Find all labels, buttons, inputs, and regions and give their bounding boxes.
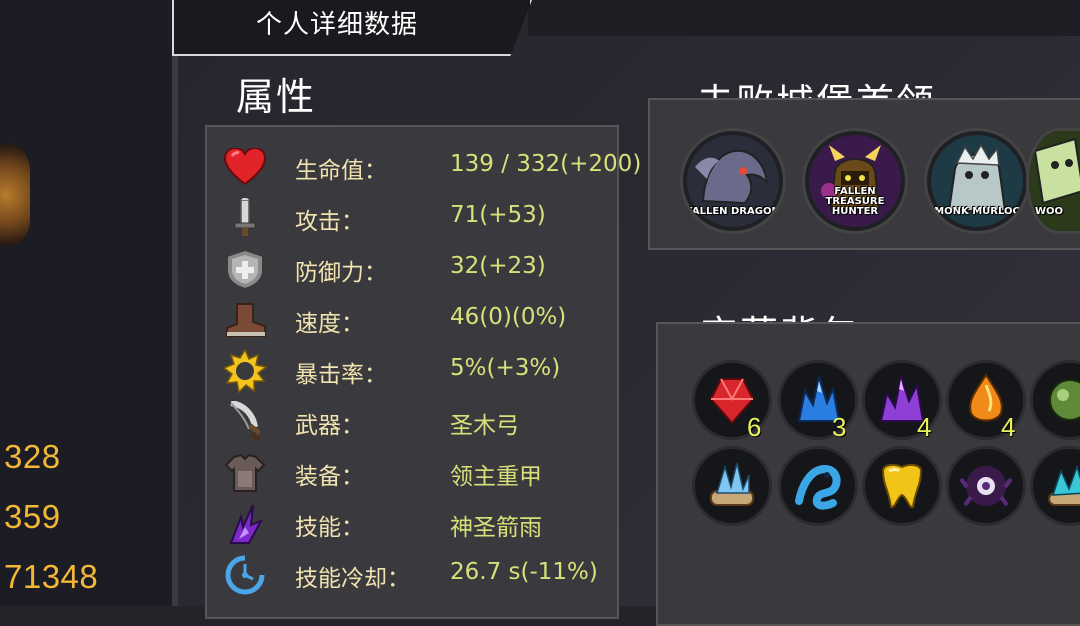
attr-value: 5%(+3%) <box>450 355 561 381</box>
boss-fallen-dragon[interactable]: FALLEN DRAGON <box>680 128 786 234</box>
treasure-slot[interactable] <box>778 446 858 526</box>
attr-row-skill: 技能： 神圣箭雨 <box>207 502 617 548</box>
treasure-slot[interactable] <box>946 446 1026 526</box>
attr-row-armor: 装备： 领主重甲 <box>207 451 617 497</box>
attr-row-speed: 速度： 46(0)(0%) <box>207 298 617 344</box>
attr-row-defense: 防御力： 32(+23) <box>207 247 617 293</box>
attr-value: 圣木弓 <box>450 413 519 439</box>
treasure-count: 4 <box>1001 412 1016 442</box>
attr-value: 32(+23) <box>450 253 546 279</box>
boss-name: WOO <box>1035 206 1064 217</box>
attr-row-attack: 攻击： 71(+53) <box>207 196 617 242</box>
ice-scroll-icon <box>710 462 754 506</box>
treasure-count: 3 <box>832 412 847 442</box>
attr-row-crit: 暴击率： 5%(+3%) <box>207 349 617 395</box>
attr-label: 防御力： <box>295 260 387 286</box>
boss-name: FALLEN TREASURE HUNTER <box>825 186 885 217</box>
sword-icon <box>223 198 267 238</box>
attr-label: 装备： <box>295 464 364 490</box>
attr-value: 领主重甲 <box>450 464 542 490</box>
sun-icon <box>223 349 267 393</box>
attr-label: 武器： <box>295 413 364 439</box>
boss-monk-murloc[interactable]: MONK MURLOC <box>924 128 1030 234</box>
boot-icon <box>223 300 267 340</box>
left-stat-value: 328 <box>4 438 61 475</box>
boss-name: FALLEN DRAGON <box>686 206 780 217</box>
attr-value: 26.7 s(-11%) <box>450 559 598 585</box>
top-strip <box>528 0 1080 36</box>
shield-icon <box>223 248 267 290</box>
left-panel: 328 359 71348 <box>0 0 172 606</box>
golden-tooth-icon <box>881 463 923 509</box>
attributes-panel: 生命值： 139 / 332(+200) 攻击： 71(+53) 防御力： 32… <box>205 125 641 619</box>
attr-value: 71(+53) <box>450 202 546 228</box>
attr-value: 神圣箭雨 <box>450 515 542 541</box>
attr-row-hp: 生命值： 139 / 332(+200) <box>207 145 641 191</box>
dark-eye-icon <box>959 466 1013 507</box>
treasure-count: 4 <box>917 412 932 442</box>
armor-icon <box>223 453 267 493</box>
cyan-scroll-icon <box>1048 464 1080 506</box>
attr-label: 速度： <box>295 311 364 337</box>
green-orb-icon <box>1049 379 1080 421</box>
treasure-count: 6 <box>747 412 762 442</box>
attr-label: 生命值： <box>295 158 387 184</box>
attr-value: 139 / 332(+200) <box>450 151 642 177</box>
treasure-slot[interactable] <box>692 446 772 526</box>
attr-label: 暴击率： <box>295 362 387 388</box>
boss-name: MONK MURLOC <box>934 206 1020 217</box>
attr-value: 46(0)(0%) <box>450 304 567 330</box>
attr-label: 攻击： <box>295 209 364 235</box>
left-stat-value: 359 <box>4 498 61 535</box>
heart-icon <box>223 147 267 187</box>
weapon-icon <box>223 401 267 443</box>
attributes-title: 属性 <box>236 75 317 119</box>
treasure-slot[interactable] <box>862 446 942 526</box>
character-portrait-edge <box>0 140 30 250</box>
left-stat-value: 71348 <box>4 558 99 595</box>
skill-icon <box>223 504 267 544</box>
cooldown-icon <box>223 555 267 595</box>
attr-row-cooldown: 技能冷却： 26.7 s(-11%) <box>207 553 617 599</box>
water-dragon-icon <box>795 464 841 510</box>
boss-fallen-treasure-hunter[interactable]: FALLEN TREASURE HUNTER <box>802 128 908 234</box>
attr-row-weapon: 武器： 圣木弓 <box>207 400 617 446</box>
attr-label: 技能： <box>295 515 364 541</box>
page-title: 个人详细数据 <box>256 10 419 40</box>
attr-label: 技能冷却： <box>295 566 410 592</box>
